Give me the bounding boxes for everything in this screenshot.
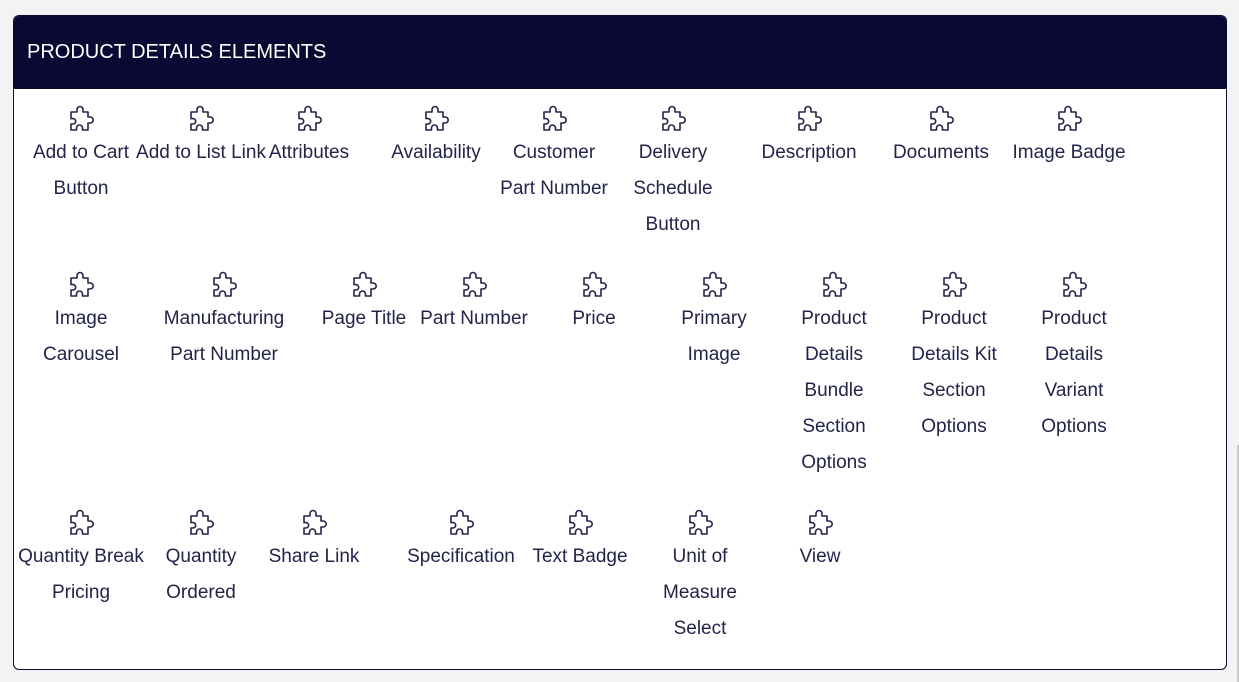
puzzle-piece-icon [817, 268, 851, 302]
puzzle-piece-icon [207, 268, 241, 302]
element-item-label: Product Details Variant Options [1041, 308, 1107, 437]
element-item-label: Quantity Break Pricing [18, 546, 144, 603]
element-item[interactable]: Quantity Ordered [134, 506, 268, 611]
element-item[interactable]: Text Badge [520, 506, 640, 575]
puzzle-piece-icon [537, 102, 571, 136]
element-item[interactable]: Quantity Break Pricing [14, 506, 148, 611]
element-item[interactable]: View [760, 506, 880, 575]
element-item[interactable]: Product Details Variant Options [1014, 268, 1134, 445]
element-item-label: Specification [407, 546, 515, 567]
element-item-label: Product Details Kit Section Options [911, 308, 997, 437]
element-item[interactable]: Page Title [294, 268, 434, 337]
element-item[interactable]: Unit of Measure Select [640, 506, 760, 647]
element-item-label: Quantity Ordered [165, 546, 237, 603]
element-item[interactable]: Part Number [414, 268, 534, 337]
panel-header: PRODUCT DETAILS ELEMENTS [14, 16, 1226, 89]
element-item-label: Image Carousel [42, 308, 120, 365]
element-item-label: Part Number [420, 308, 528, 329]
puzzle-piece-icon [184, 506, 218, 540]
element-item-label: Text Badge [532, 546, 628, 567]
puzzle-piece-icon [1057, 268, 1091, 302]
puzzle-piece-icon [419, 102, 453, 136]
puzzle-piece-icon [577, 268, 611, 302]
puzzle-piece-icon [292, 102, 326, 136]
puzzle-piece-icon [792, 102, 826, 136]
puzzle-piece-icon [924, 102, 958, 136]
element-item-label: Add to List Link [136, 142, 266, 163]
puzzle-piece-icon [184, 102, 218, 136]
element-item-label: Availability [391, 142, 481, 163]
element-item-label: Description [761, 142, 857, 163]
element-item-label: Documents [892, 142, 990, 163]
puzzle-piece-icon [697, 268, 731, 302]
element-item-label: Add to Cart Button [32, 142, 130, 199]
element-item-label: View [799, 546, 841, 567]
element-item-label: Primary Image [681, 308, 747, 365]
element-item[interactable]: Price [534, 268, 654, 337]
element-item-label: Price [572, 308, 616, 329]
puzzle-piece-icon [563, 506, 597, 540]
puzzle-piece-icon [64, 268, 98, 302]
element-item[interactable]: Documents [876, 102, 1006, 171]
element-item[interactable]: Share Link [254, 506, 374, 575]
puzzle-piece-icon [64, 506, 98, 540]
element-item[interactable]: Add to List Link [134, 102, 268, 171]
product-details-elements-panel: PRODUCT DETAILS ELEMENTS Add to Cart But… [13, 15, 1227, 670]
element-item[interactable]: Description [744, 102, 874, 171]
element-item[interactable]: Delivery Schedule Button [618, 102, 728, 243]
element-item[interactable]: Specification [386, 506, 536, 575]
puzzle-piece-icon [937, 268, 971, 302]
element-item-label: Share Link [268, 546, 360, 567]
puzzle-piece-icon [656, 102, 690, 136]
element-item-label: Product Details Bundle Section Options [801, 308, 867, 473]
element-item[interactable]: Add to Cart Button [14, 102, 148, 207]
element-item[interactable]: Manufacturing Part Number [154, 268, 294, 373]
element-item-label: Customer Part Number [500, 142, 608, 199]
element-item-label: Delivery Schedule Button [633, 142, 713, 235]
element-item[interactable]: Image Carousel [14, 268, 148, 373]
element-item-label: Page Title [321, 308, 407, 329]
puzzle-piece-icon [444, 506, 478, 540]
element-item[interactable]: Product Details Bundle Section Options [774, 268, 894, 481]
element-item[interactable]: Customer Part Number [498, 102, 610, 207]
puzzle-piece-icon [457, 268, 491, 302]
element-item-label: Image Badge [1012, 142, 1126, 163]
panel-title: PRODUCT DETAILS ELEMENTS [27, 41, 327, 63]
puzzle-piece-icon [803, 506, 837, 540]
element-item[interactable]: Image Badge [1002, 102, 1136, 171]
element-item-label: Unit of Measure Select [663, 546, 737, 639]
puzzle-piece-icon [64, 102, 98, 136]
element-item[interactable]: Product Details Kit Section Options [894, 268, 1014, 445]
element-item[interactable]: Primary Image [654, 268, 774, 373]
puzzle-piece-icon [347, 268, 381, 302]
puzzle-piece-icon [297, 506, 331, 540]
puzzle-piece-icon [683, 506, 717, 540]
puzzle-piece-icon [1052, 102, 1086, 136]
element-item-label: Attributes [268, 142, 350, 163]
element-item[interactable]: Availability [376, 102, 496, 171]
element-item-label: Manufacturing Part Number [163, 308, 285, 365]
element-item[interactable]: Attributes [254, 102, 364, 171]
